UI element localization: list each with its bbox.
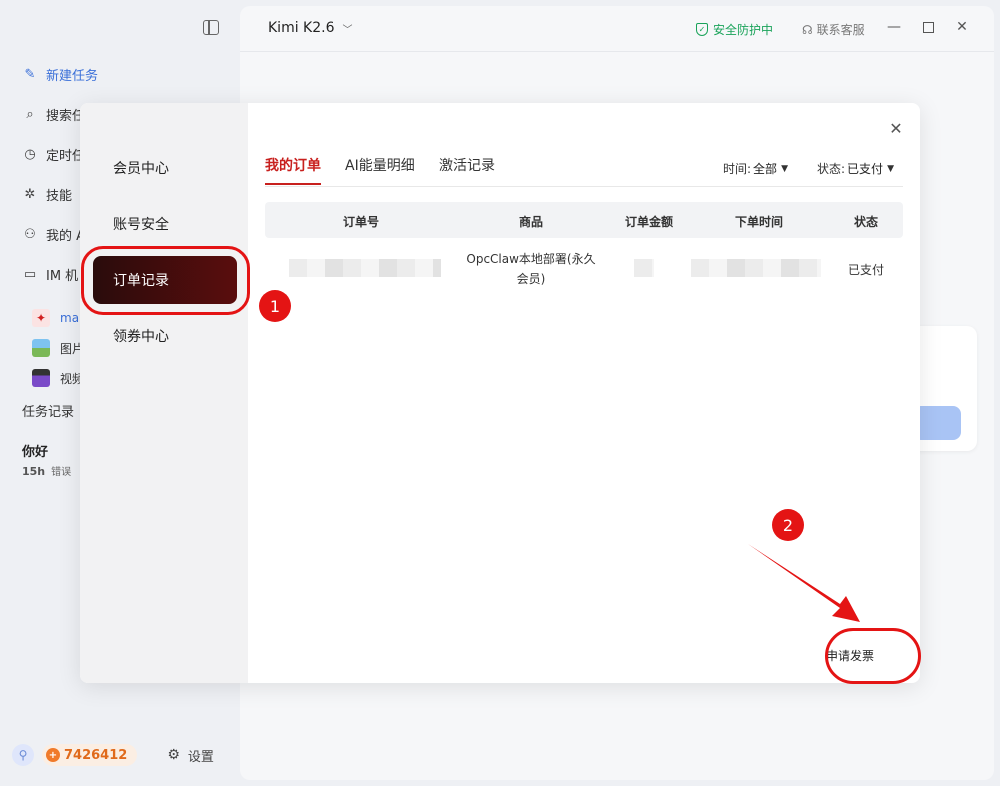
modal-nav-member-center[interactable]: 会员中心 [93, 144, 237, 192]
order-time-redacted [691, 259, 821, 277]
column-header-amount: 订单金额 [624, 215, 673, 229]
pointer-arrow-icon [748, 544, 860, 622]
sidebar-footer: ⚲ + 7426412 ⚙ 设置 [12, 743, 232, 767]
support-button[interactable]: ☊ 联系客服 [802, 21, 865, 38]
time-filter-label: 时间: [723, 162, 752, 176]
step-badge-1: 1 [259, 290, 291, 322]
chevron-down-icon: ﹀ [342, 24, 353, 36]
image-icon [32, 339, 50, 357]
modal-nav-coupon-center[interactable]: 领券中心 [93, 312, 237, 360]
sidebar-item-im[interactable]: ▭ IM 机 [22, 262, 78, 286]
table-row: OpcClaw本地部署(永久 会员) 已支付 [265, 244, 903, 294]
coin-icon: + [46, 748, 60, 762]
modal-nav-order-records[interactable]: 订单记录 [93, 256, 237, 304]
sidebar-item-label: IM 机 [46, 268, 79, 284]
points-badge[interactable]: + 7426412 [42, 744, 138, 766]
avatar[interactable]: ⚲ [12, 744, 34, 766]
status-filter-value: 已支付 [847, 162, 884, 176]
lobster-icon: ✦ [32, 309, 50, 327]
product-name-line1: OpcClaw本地部署(永久 [466, 252, 596, 266]
status-cell: 已支付 [847, 263, 884, 277]
sidebar-item-skills[interactable]: ✲ 技能 [22, 182, 72, 206]
edit-icon: ✎ [24, 66, 36, 82]
clapper-icon [32, 369, 50, 387]
model-name: Kimi K2.6 [268, 20, 335, 36]
shield-icon: ✓ [696, 23, 708, 36]
minimize-icon[interactable]: — [885, 18, 903, 36]
search-icon: ⌕ [26, 106, 34, 122]
caret-down-icon: ▼ [781, 163, 788, 174]
modal-nav-label: 订单记录 [113, 273, 169, 289]
sliders-icon: ⚙ [167, 747, 180, 763]
column-header-product: 商品 [518, 215, 543, 229]
caret-down-icon: ▼ [887, 163, 894, 174]
product-name-line2: 会员) [516, 272, 546, 286]
tab-my-orders[interactable]: 我的订单 [265, 155, 321, 185]
clock-icon: ◷ [24, 146, 36, 162]
time-filter-value: 全部 [753, 162, 778, 176]
new-task-label: 新建任务 [46, 68, 99, 84]
security-status[interactable]: ✓ 安全防护中 [696, 21, 773, 38]
history-status: 错误 [51, 467, 72, 478]
tab-ai-energy[interactable]: AI能量明细 [345, 155, 415, 185]
points-value: 7426412 [64, 747, 128, 763]
sub-item-image[interactable]: 图片 [32, 338, 84, 358]
modal-nav-account-security[interactable]: 账号安全 [93, 200, 237, 248]
history-item-title[interactable]: 你好 [22, 441, 48, 460]
modal-nav-label: 会员中心 [113, 161, 169, 177]
tab-activation-records[interactable]: 激活记录 [439, 155, 495, 185]
support-label: 联系客服 [816, 23, 865, 37]
settings-label: 设置 [187, 749, 214, 765]
column-header-status: 状态 [853, 215, 878, 229]
amount-redacted [634, 259, 654, 277]
history-item-meta: 15h 错误 [22, 463, 71, 478]
security-label: 安全防护中 [713, 23, 774, 37]
settings-button[interactable]: ⚙ 设置 [167, 746, 214, 765]
product-cell: OpcClaw本地部署(永久 会员) [455, 249, 607, 289]
modal-nav-label: 领券中心 [113, 329, 169, 345]
titlebar: Kimi K2.6 ﹀ ✓ 安全防护中 ☊ 联系客服 — ✕ [240, 6, 994, 52]
new-task-button[interactable]: ✎ 新建任务 [22, 62, 98, 86]
sub-item-video[interactable]: 视频 [32, 368, 84, 388]
status-filter-label: 状态: [817, 162, 846, 176]
close-icon[interactable]: ✕ [888, 119, 904, 138]
tabs-divider [265, 186, 903, 187]
window-close-icon[interactable]: ✕ [953, 18, 971, 36]
modal-nav: 会员中心 账号安全 订单记录 领券中心 [80, 103, 248, 683]
time-filter[interactable]: 时间: 全部 ▼ [723, 160, 788, 177]
modal-nav-label: 账号安全 [113, 217, 169, 233]
task-history-label: 任务记录 [22, 405, 75, 420]
group-icon: ⚇ [24, 226, 36, 242]
model-selector[interactable]: Kimi K2.6 ﹀ [268, 20, 353, 36]
maximize-icon[interactable] [919, 18, 937, 36]
step-badge-2: 2 [772, 509, 804, 541]
table-header: 订单号 商品 订单金额 下单时间 状态 [265, 202, 903, 238]
column-header-order-time: 下单时间 [734, 215, 783, 229]
send-button-background [913, 406, 961, 440]
headset-icon: ☊ [802, 22, 813, 37]
order-id-redacted [289, 259, 441, 277]
request-invoice-button[interactable]: 申请发票 [826, 647, 874, 664]
sub-item-mai[interactable]: ✦ mai [32, 308, 82, 328]
chat-icon: ▭ [23, 266, 37, 282]
sidebar-item-label: 技能 [46, 188, 73, 204]
column-header-order-id: 订单号 [342, 215, 379, 229]
sidebar-toggle-icon[interactable] [203, 20, 219, 35]
sidebar-item-my-agents[interactable]: ⚇ 我的 A [22, 222, 85, 246]
history-time: 15h [22, 465, 46, 478]
puzzle-icon: ✲ [24, 186, 36, 202]
status-filter[interactable]: 状态: 已支付 ▼ [817, 160, 894, 177]
